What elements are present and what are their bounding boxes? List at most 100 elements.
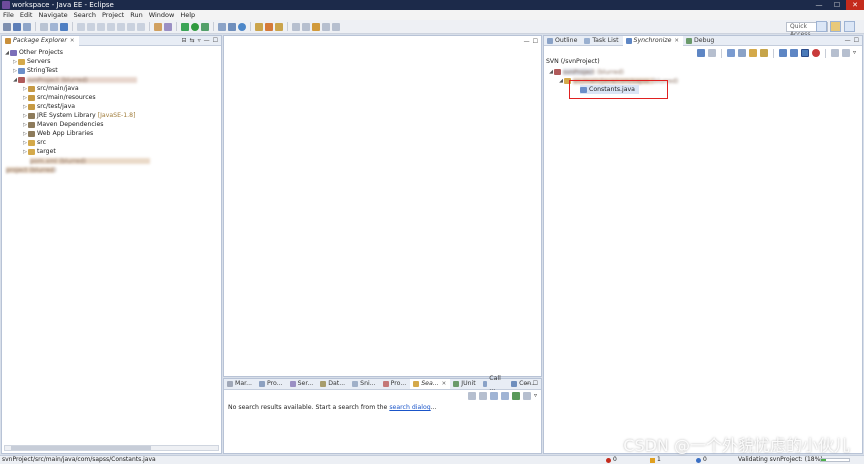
new-server-icon[interactable] bbox=[164, 22, 172, 31]
step-over-icon[interactable] bbox=[127, 22, 135, 31]
next-difference-icon[interactable] bbox=[841, 49, 850, 57]
both-modes-icon[interactable] bbox=[748, 49, 757, 57]
tab-call-hierarchy[interactable]: Call ... bbox=[480, 375, 508, 392]
view-menu-icon[interactable]: ▿ bbox=[853, 49, 856, 58]
menu-file[interactable]: File bbox=[3, 11, 14, 19]
tab-snippets[interactable]: Sni... bbox=[349, 379, 379, 389]
tree-item-svnproject[interactable]: ◢ svnProject (blurred) bbox=[12, 75, 137, 84]
synchronize-refresh-icon[interactable] bbox=[696, 49, 705, 57]
scrollbar-thumb[interactable] bbox=[11, 446, 151, 450]
tab-synchronize[interactable]: Synchronize ✕ bbox=[622, 35, 683, 46]
tab-package-explorer[interactable]: Package Explorer ✕ bbox=[2, 35, 79, 46]
menu-run[interactable]: Run bbox=[130, 11, 142, 19]
open-folder-icon[interactable] bbox=[255, 22, 263, 31]
collapse-all-icon[interactable]: ⊟ bbox=[182, 37, 187, 45]
java-ee-perspective-icon[interactable] bbox=[830, 21, 841, 32]
tab-properties[interactable]: Pro... bbox=[256, 379, 287, 389]
expand-all-icon[interactable] bbox=[489, 392, 498, 400]
maximize-view-icon[interactable]: ☐ bbox=[213, 37, 218, 45]
forward-icon[interactable] bbox=[332, 22, 340, 31]
search-icon[interactable] bbox=[275, 22, 283, 31]
minimize-view-icon[interactable]: — bbox=[845, 37, 851, 45]
sync-tree-project[interactable]: ◢ svnProject (blurred) bbox=[548, 67, 624, 76]
incoming-mode-icon[interactable] bbox=[726, 49, 735, 57]
remove-match-icon[interactable] bbox=[467, 392, 476, 400]
new-icon[interactable] bbox=[3, 22, 11, 31]
expand-all-icon[interactable] bbox=[800, 49, 809, 57]
collapse-all-icon[interactable] bbox=[500, 392, 509, 400]
tree-item-src-test-java[interactable]: ▷ src/test/java bbox=[22, 102, 75, 111]
previous-edit-icon[interactable] bbox=[312, 22, 320, 31]
resume-icon[interactable] bbox=[87, 22, 95, 31]
new-java-project-icon[interactable] bbox=[218, 22, 226, 31]
search-dialog-link[interactable]: search dialog bbox=[389, 404, 430, 411]
menu-window[interactable]: Window bbox=[149, 11, 175, 19]
tree-item-src[interactable]: ▷ src bbox=[22, 138, 46, 147]
horizontal-scrollbar[interactable] bbox=[4, 445, 219, 451]
search-history-icon[interactable] bbox=[511, 392, 520, 400]
minimize-view-icon[interactable]: — bbox=[204, 37, 210, 45]
minimize-view-icon[interactable]: — bbox=[524, 380, 530, 388]
menu-search[interactable]: Search bbox=[74, 11, 96, 19]
maximize-button[interactable]: ☐ bbox=[828, 0, 846, 10]
skip-breakpoints-icon[interactable] bbox=[77, 22, 85, 31]
warning-count[interactable]: 1 bbox=[650, 456, 661, 464]
tab-task-list[interactable]: Task List bbox=[581, 36, 622, 46]
menu-help[interactable]: Help bbox=[180, 11, 195, 19]
tree-item-other[interactable]: project (blurred) bbox=[6, 165, 56, 174]
tab-debug[interactable]: Debug bbox=[683, 36, 718, 46]
error-count[interactable]: 0 bbox=[606, 456, 617, 464]
minimize-button[interactable]: — bbox=[810, 0, 828, 10]
tab-search[interactable]: Sea... ✕ bbox=[410, 379, 451, 389]
menu-project[interactable]: Project bbox=[102, 11, 124, 19]
outgoing-mode-icon[interactable] bbox=[737, 49, 746, 57]
menu-navigate[interactable]: Navigate bbox=[38, 11, 67, 19]
open-type-icon[interactable] bbox=[154, 22, 162, 31]
tree-item-maven-dependencies[interactable]: ▷ Maven Dependencies bbox=[22, 120, 103, 129]
new-package-icon[interactable] bbox=[228, 22, 236, 31]
terminate-icon[interactable] bbox=[107, 22, 115, 31]
view-menu-icon[interactable]: ▿ bbox=[534, 392, 537, 400]
tab-servers[interactable]: Ser... bbox=[287, 379, 318, 389]
open-perspective-icon[interactable] bbox=[816, 21, 827, 32]
previous-difference-icon[interactable] bbox=[830, 49, 839, 57]
collapse-all-icon[interactable] bbox=[811, 49, 820, 57]
conflicts-mode-icon[interactable] bbox=[759, 49, 768, 57]
tree-item-web-app-libraries[interactable]: ▷ Web App Libraries bbox=[22, 129, 93, 138]
minimize-view-icon[interactable]: — bbox=[524, 38, 530, 46]
tab-junit[interactable]: JUnit bbox=[450, 379, 479, 389]
tree-item-src-main-java[interactable]: ▷ src/main/java bbox=[22, 84, 79, 93]
step-into-icon[interactable] bbox=[117, 22, 125, 31]
commit-all-icon[interactable] bbox=[789, 49, 798, 57]
tree-item-servers[interactable]: ▷ Servers bbox=[12, 57, 50, 66]
tab-progress[interactable]: Pro... bbox=[380, 379, 411, 389]
open-task-icon[interactable] bbox=[265, 22, 273, 31]
maximize-view-icon[interactable]: ☐ bbox=[533, 380, 538, 388]
tree-item-src-main-resources[interactable]: ▷ src/main/resources bbox=[22, 93, 96, 102]
tree-item-target[interactable]: ▷ target bbox=[22, 147, 56, 156]
maximize-view-icon[interactable]: ☐ bbox=[533, 38, 538, 46]
tree-item-jre-library[interactable]: ▷ JRE System Library [JavaSE-1.8] bbox=[22, 111, 135, 120]
close-button[interactable]: ✕ bbox=[846, 0, 864, 10]
tab-data-source[interactable]: Dat... bbox=[317, 379, 349, 389]
link-editor-icon[interactable]: ⇆ bbox=[190, 37, 195, 45]
run-icon[interactable] bbox=[191, 22, 199, 31]
suspend-icon[interactable] bbox=[97, 22, 105, 31]
update-all-icon[interactable] bbox=[778, 49, 787, 57]
server-icon[interactable] bbox=[50, 22, 58, 31]
new-class-icon[interactable] bbox=[238, 22, 246, 31]
pin-icon[interactable] bbox=[522, 392, 531, 400]
cursor-icon[interactable] bbox=[60, 22, 68, 31]
tree-item-stringtest[interactable]: ▷ StringTest bbox=[12, 66, 58, 75]
close-tab-icon[interactable]: ✕ bbox=[442, 379, 447, 389]
close-tab-icon[interactable]: ✕ bbox=[70, 36, 75, 46]
remove-all-matches-icon[interactable] bbox=[478, 392, 487, 400]
toggle-annotation-icon[interactable] bbox=[292, 22, 300, 31]
tab-outline[interactable]: Outline bbox=[544, 36, 581, 46]
tab-markers[interactable]: Mar... bbox=[224, 379, 256, 389]
run-external-icon[interactable] bbox=[201, 22, 209, 31]
menu-edit[interactable]: Edit bbox=[20, 11, 33, 19]
print-icon[interactable] bbox=[40, 22, 48, 31]
tree-item-pom[interactable]: pom.xml (blurred) bbox=[30, 156, 150, 165]
step-return-icon[interactable] bbox=[137, 22, 145, 31]
